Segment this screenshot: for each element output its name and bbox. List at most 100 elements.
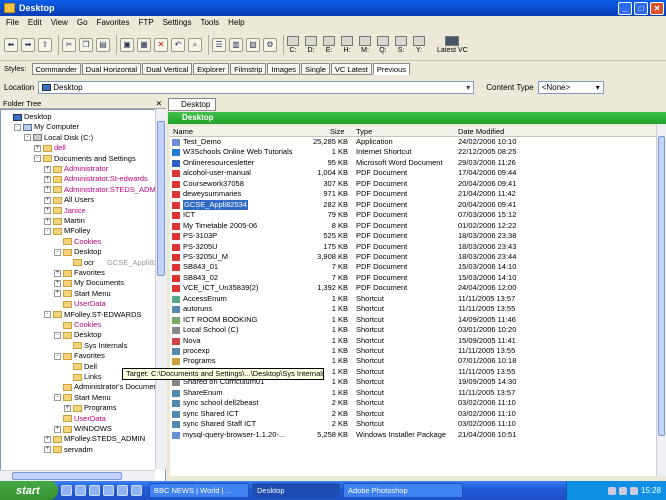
menu-settings[interactable]: Settings [163,18,192,27]
expand-icon[interactable]: + [64,404,71,412]
new-folder-icon[interactable]: ▧ [246,37,260,52]
collapse-icon[interactable]: - [44,311,51,319]
file-row[interactable]: ShareEnum 1 KB Shortcut 11/11/2005 13:57 [170,388,656,398]
tree-item[interactable]: - Local Disk (C:) [24,133,93,143]
expand-icon[interactable]: + [54,269,61,277]
expand-icon[interactable]: + [44,217,51,225]
menu-go[interactable]: Go [77,18,88,27]
undo-icon[interactable]: ↶ [171,37,185,52]
tree-item[interactable]: + Administrator.STEDS_ADMIN [44,185,163,195]
file-row[interactable]: SB843_01 7 KB PDF Document 15/03/2006 14:10 [170,262,656,272]
menu-help[interactable]: Help [228,18,244,27]
move-to-icon[interactable]: ▦ [137,37,151,52]
tree-item[interactable]: + WINDOWS [54,424,112,434]
close-button[interactable]: ✕ [650,1,664,15]
tree-item[interactable]: Cookies [54,237,101,247]
file-row[interactable]: autoruns 1 KB Shortcut 11/11/2005 13:55 [170,304,656,314]
expand-icon[interactable]: + [44,186,51,194]
file-row[interactable]: AccessEnum 1 KB Shortcut 11/11/2005 13:57 [170,294,656,304]
column-type[interactable]: Type [356,127,372,136]
file-row[interactable]: SB843_02 7 KB PDF Document 15/03/2006 14:10 [170,273,656,283]
drive-y-button[interactable]: Y: [413,35,425,54]
explorer-icon[interactable] [117,485,128,496]
expand-icon[interactable]: + [54,290,61,298]
taskbar-button[interactable]: BBC NEWS | World | ... [149,483,249,498]
file-row[interactable]: VCE_ICT_Un35839(2) 1,392 KB PDF Document 24… [170,283,656,293]
content-type-select[interactable]: <None> ▾ [537,80,604,94]
menu-file[interactable]: File [6,18,19,27]
collapse-icon[interactable]: - [24,134,31,142]
tree-item[interactable]: - Desktop [54,247,102,257]
copy-icon[interactable]: ❐ [79,37,93,52]
collapse-icon[interactable]: - [54,332,61,340]
file-vertical-scrollbar[interactable] [656,124,666,476]
menu-view[interactable]: View [51,18,68,27]
tree-item[interactable]: + My Documents [54,278,124,288]
copy-to-icon[interactable]: ▣ [120,37,134,52]
tree-item[interactable]: + servadm [44,445,93,455]
volume-icon[interactable] [618,486,627,495]
file-row[interactable]: My Timetable 2005-06 8 KB PDF Document 01/0… [170,221,656,231]
style-tab-filmstrip[interactable]: Filmstrip [230,62,267,75]
style-tab-previous[interactable]: Previous [372,62,411,75]
file-row[interactable]: deweysummaries 971 KB PDF Document 21/04/20… [170,189,656,199]
tree-item[interactable]: Links [64,372,102,382]
tree-item[interactable]: + Favorites [54,268,105,278]
file-row[interactable]: Local School (C) 1 KB Shortcut 03/01/2006 1… [170,325,656,335]
tree-item[interactable]: + Programs [64,403,117,413]
style-tab-dual-vertical[interactable]: Dual Vertical [142,62,193,75]
style-tab-commander[interactable]: Commander [31,62,81,75]
style-tab-vc-latest[interactable]: VC Latest [330,62,372,75]
collapse-icon[interactable]: - [54,248,61,256]
style-tab-single[interactable]: Single [301,62,330,75]
file-row[interactable]: PS-3205U_M 3,908 KB PDF Document 18/03/2006… [170,252,656,262]
menu-tools[interactable]: Tools [200,18,219,27]
menu-edit[interactable]: Edit [28,18,42,27]
file-row[interactable]: sync school dell2beast 2 KB Shortcut 03/02/… [170,398,656,408]
collapse-icon[interactable]: - [54,352,61,360]
tree-item[interactable]: Sys Internals [64,341,127,351]
drive-s-button[interactable]: S: [395,35,407,54]
expand-icon[interactable]: + [44,446,51,454]
tree-item[interactable]: - Desktop [54,330,102,340]
collapse-icon[interactable]: - [14,124,21,132]
expand-icon[interactable]: + [44,207,51,215]
collapse-icon[interactable]: - [54,394,61,402]
file-row[interactable]: ICT 79 KB PDF Document 07/03/2006 15:12 [170,210,656,220]
column-size[interactable]: Size [330,127,345,136]
chevron-down-icon[interactable]: ▾ [593,82,603,93]
file-row[interactable]: Nova 1 KB Shortcut 15/09/2005 11:41 [170,336,656,346]
column-date-modified[interactable]: Date Modified [458,127,504,136]
tree-item[interactable]: + Administrator [44,164,108,174]
firefox-icon[interactable] [61,485,72,496]
tree-item[interactable]: - My Computer [14,122,79,132]
browser-icon[interactable] [75,485,86,496]
collapse-icon[interactable]: - [44,228,51,236]
taskbar-button[interactable]: Adobe Photoshop [343,483,463,498]
file-row[interactable]: PS-3205U 175 KB PDF Document 18/03/2006 23:… [170,242,656,252]
tree-item[interactable]: Cookies [54,320,101,330]
menu-favorites[interactable]: Favorites [97,18,130,27]
search-icon[interactable]: ⌕ [188,37,202,52]
expand-icon[interactable]: + [44,176,51,184]
column-name[interactable]: Name [173,127,193,136]
file-row[interactable]: mysql-query-browser-1.1.20-... 5,258 KB Wi… [170,430,656,440]
tree-item[interactable]: + Janice [44,206,86,216]
file-row[interactable]: PS-3103P 525 KB PDF Document 18/03/2006 23:… [170,231,656,241]
file-row[interactable]: alcohol-user-manual 1,004 KB PDF Document 1… [170,168,656,178]
file-row[interactable]: procexp 1 KB Shortcut 11/11/2005 13:55 [170,346,656,356]
drive-d-button[interactable]: D: [305,35,317,54]
drive-q-button[interactable]: Q: [377,35,389,54]
tree-item[interactable]: + Martin [44,216,85,226]
latest-vc-button[interactable]: Latest VC [437,35,468,54]
media-icon[interactable] [89,485,100,496]
expand-icon[interactable]: + [54,425,61,433]
tools-icon[interactable]: ⚙ [263,37,277,52]
start-button[interactable]: start [0,481,58,500]
collapse-icon[interactable]: - [34,155,41,163]
desktop-icon[interactable] [131,485,142,496]
cut-icon[interactable]: ✂ [62,37,76,52]
file-row[interactable]: Coursework37058 307 KB PDF Document 20/04/2… [170,179,656,189]
drive-e-button[interactable]: E: [323,35,335,54]
up-folder-icon[interactable]: ⇧ [38,37,52,52]
